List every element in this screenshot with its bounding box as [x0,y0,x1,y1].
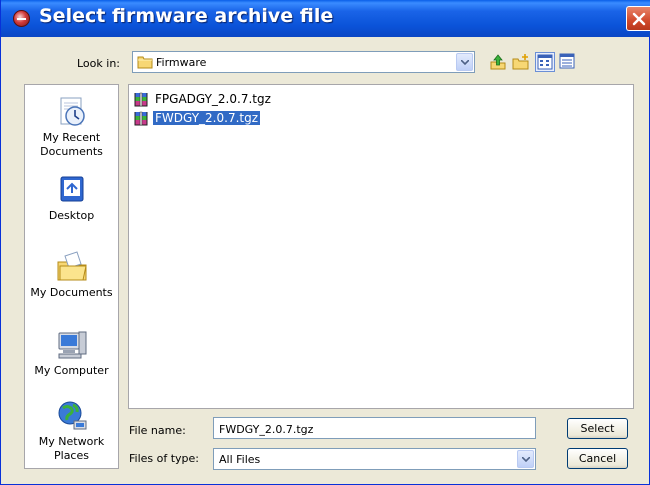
look-in-combo[interactable]: Firmware [132,51,475,73]
up-folder-icon [490,54,506,70]
file-name-label: File name: [129,424,186,437]
file-type-dropdown-button[interactable] [517,450,534,468]
file-type-combo[interactable]: All Files [213,448,536,470]
close-icon [632,12,646,26]
folder-icon [137,56,153,69]
my-documents-icon [55,250,89,284]
desktop-icon [55,173,89,207]
new-folder-button[interactable] [511,52,531,72]
place-my-network-places[interactable]: My Network Places [25,399,118,463]
file-list[interactable]: FPGADGY_2.0.7.tgz FWDGY_2.0.7.tgz [128,84,634,409]
network-places-icon [55,399,89,433]
details-view-icon [559,53,575,69]
place-my-documents[interactable]: My Documents [25,250,118,300]
file-type-label: Files of type: [129,452,200,465]
up-one-level-button[interactable] [488,52,508,72]
details-view-button[interactable] [558,52,578,72]
look-in-dropdown-button[interactable] [456,53,473,71]
place-desktop[interactable]: Desktop [25,173,118,223]
file-dialog-window: Select firmware archive file Look in: Fi… [0,0,650,485]
archive-file-icon [134,92,148,107]
app-icon [13,10,30,27]
look-in-label: Look in: [77,57,120,70]
title-bar[interactable]: Select firmware archive file [1,0,650,37]
cancel-button[interactable]: Cancel [567,448,628,469]
chevron-down-icon [461,60,469,65]
place-my-computer[interactable]: My Computer [25,328,118,378]
file-type-value: All Files [219,453,261,466]
chevron-down-icon [522,457,530,462]
recent-documents-icon [55,95,89,129]
close-button[interactable] [626,6,650,31]
list-view-button[interactable] [535,52,555,72]
select-button[interactable]: Select [567,418,628,439]
file-name-input[interactable] [213,417,536,439]
new-folder-icon [512,54,529,70]
window-title: Select firmware archive file [39,5,334,27]
look-in-value: Firmware [156,56,207,69]
places-bar: My Recent Documents Desktop My Documents… [24,84,119,469]
my-computer-icon [55,328,89,362]
place-my-recent-documents[interactable]: My Recent Documents [25,95,118,159]
list-view-icon [537,54,553,70]
archive-file-icon [134,111,148,126]
